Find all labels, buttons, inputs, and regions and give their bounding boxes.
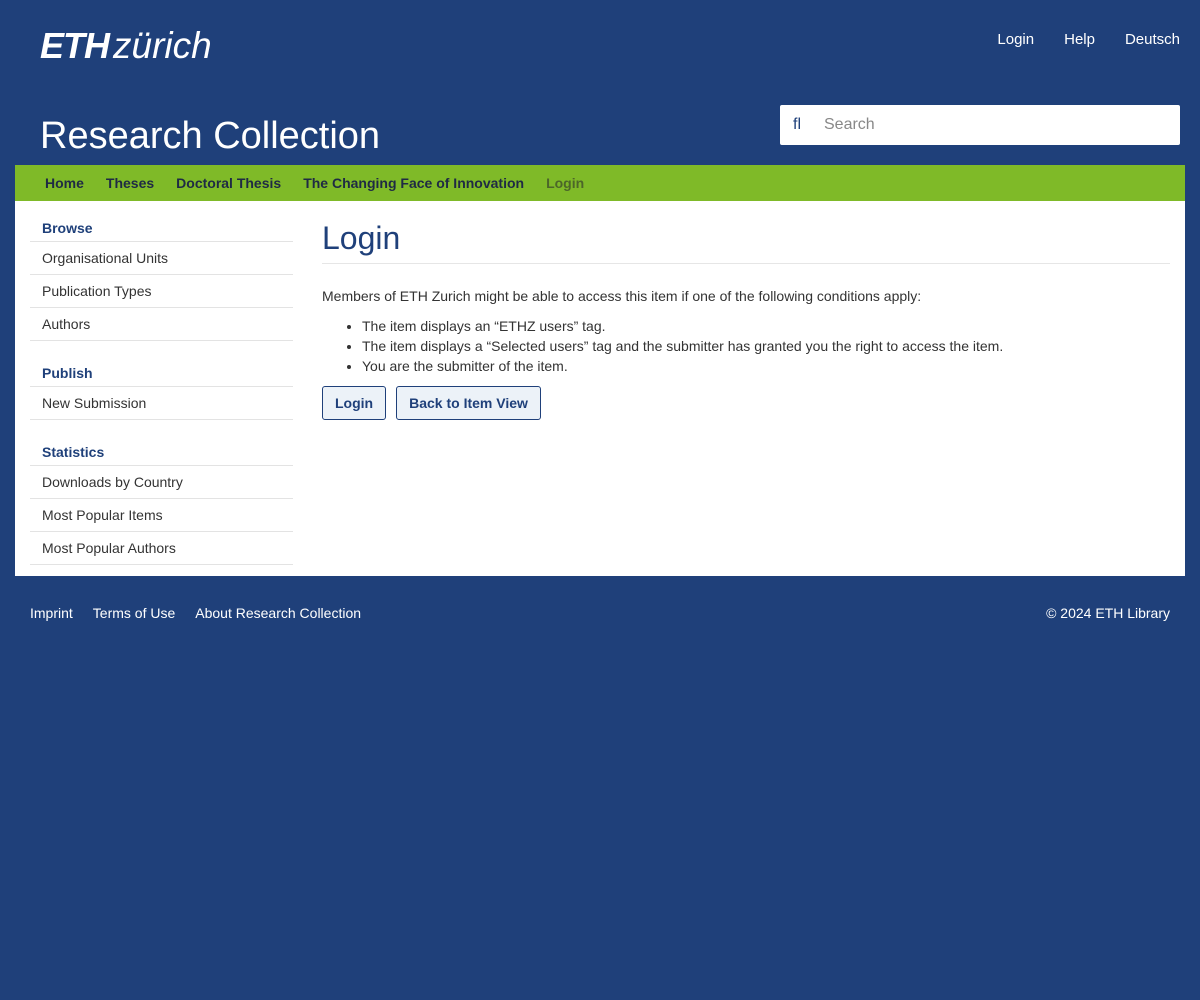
sidebar-heading-publish: Publish xyxy=(30,361,293,387)
intro-text: Members of ETH Zurich might be able to a… xyxy=(322,288,922,304)
site-footer: Imprint Terms of Use About Research Coll… xyxy=(0,576,1200,650)
site-header: ETH zürich Login Help Deutsch Research Co… xyxy=(0,0,1200,165)
footer-link-imprint[interactable]: Imprint xyxy=(30,604,73,622)
sidebar-item-new-submission[interactable]: New Submission xyxy=(30,387,293,420)
site-title: Research Collection xyxy=(40,115,381,157)
nav-language-link[interactable]: Deutsch xyxy=(1125,30,1180,50)
search-input[interactable] xyxy=(814,106,1180,144)
breadcrumb-home[interactable]: Home xyxy=(45,175,84,191)
breadcrumb-item-title[interactable]: The Changing Face of Innovation xyxy=(303,175,524,191)
list-item: The item displays a “Selected users” tag… xyxy=(362,336,1170,356)
sidebar-section-statistics: Statistics Downloads by Country Most Pop… xyxy=(30,440,293,565)
search-icon[interactable]: fl xyxy=(780,105,814,145)
content-panel: Browse Organisational Units Publication … xyxy=(15,201,1185,576)
footer-links: Imprint Terms of Use About Research Coll… xyxy=(30,604,361,622)
breadcrumb-doctoral-thesis[interactable]: Doctoral Thesis xyxy=(176,175,281,191)
sidebar-item-most-popular-authors[interactable]: Most Popular Authors xyxy=(30,532,293,565)
action-buttons: Login Back to Item View xyxy=(322,386,1170,420)
login-button[interactable]: Login xyxy=(322,386,387,420)
list-item: You are the submitter of the item. xyxy=(362,356,1170,376)
footer-link-terms-of-use[interactable]: Terms of Use xyxy=(93,604,175,622)
list-item: The item displays an “ETHZ users” tag. xyxy=(362,316,1170,336)
breadcrumb-current: Login xyxy=(546,175,585,191)
top-nav: Login Help Deutsch xyxy=(997,30,1180,50)
breadcrumb: Home Theses Doctoral Thesis The Changing… xyxy=(15,165,1185,201)
sidebar-item-organisational-units[interactable]: Organisational Units xyxy=(30,242,293,275)
sidebar-section-browse: Browse Organisational Units Publication … xyxy=(30,216,293,341)
sidebar-item-downloads-by-country[interactable]: Downloads by Country xyxy=(30,466,293,499)
nav-help-link[interactable]: Help xyxy=(1064,30,1095,50)
sidebar: Browse Organisational Units Publication … xyxy=(30,216,293,585)
logo-eth: ETH xyxy=(40,25,110,66)
copyright-text: © 2024 ETH Library xyxy=(1046,605,1170,621)
back-to-item-view-button[interactable]: Back to Item View xyxy=(396,386,541,420)
sidebar-section-publish: Publish New Submission xyxy=(30,361,293,420)
page-title: Login xyxy=(322,216,1170,264)
eth-zurich-logo[interactable]: ETH zürich xyxy=(40,26,212,74)
sidebar-item-most-popular-items[interactable]: Most Popular Items xyxy=(30,499,293,532)
logo-zurich: zürich xyxy=(113,25,212,66)
nav-login-link[interactable]: Login xyxy=(997,30,1034,50)
conditions-list: The item displays an “ETHZ users” tag. T… xyxy=(322,316,1170,376)
search-box: fl xyxy=(780,105,1180,145)
footer-link-about[interactable]: About Research Collection xyxy=(195,604,361,622)
sidebar-heading-statistics: Statistics xyxy=(30,440,293,466)
main-content: Login Members of ETH Zurich might be abl… xyxy=(322,216,1170,420)
sidebar-item-publication-types[interactable]: Publication Types xyxy=(30,275,293,308)
breadcrumb-theses[interactable]: Theses xyxy=(106,175,154,191)
sidebar-item-authors[interactable]: Authors xyxy=(30,308,293,341)
sidebar-heading-browse: Browse xyxy=(30,216,293,242)
